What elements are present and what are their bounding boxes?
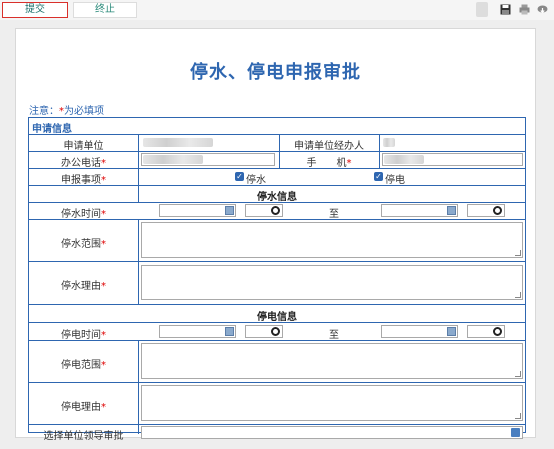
print-icon[interactable] [519,4,530,15]
water-start-date-input[interactable] [159,204,236,217]
power-to-label: 至 [329,330,339,341]
calendar-icon[interactable] [447,206,456,215]
stop-button[interactable]: 终止 [73,2,137,18]
handler-value [383,138,395,147]
save-icon[interactable] [500,4,511,15]
clock-icon[interactable] [493,327,502,336]
power-range-label: 停电范围* [61,360,106,371]
form-title: 停水、停电申报审批 [190,62,361,83]
water-range-label: 停水范围* [61,239,106,250]
toolbar: 提交 终止 [0,0,554,20]
form-paper: 停水、停电申报审批 注意：*为必填项 申请信息 申请单位 申请单位经办人 办公电… [15,28,536,442]
required-note: 注意：*为必填项 [29,106,104,117]
power-reason-textarea[interactable] [141,385,523,421]
calendar-icon[interactable] [225,327,234,336]
mobile-input[interactable] [382,153,523,166]
submit-button[interactable]: 提交 [2,2,68,18]
water-to-label: 至 [329,209,339,220]
cloud-download-icon[interactable] [537,4,548,15]
water-end-time-input[interactable] [467,204,505,217]
power-checkbox[interactable]: ✓ [374,172,383,181]
application-form-table: 申请信息 申请单位 申请单位经办人 办公电话* 手 机* 申报事项* ✓ 停水 … [28,117,526,442]
power-range-textarea[interactable] [141,343,523,379]
water-info-heading: 停水信息 [257,192,297,203]
power-checkbox-label: 停电 [385,175,405,186]
power-end-date-input[interactable] [381,325,458,338]
handler-label: 申请单位经办人 [294,141,364,152]
leader-label: 选择单位领导审批 [43,431,124,442]
resize-grip-icon[interactable] [515,413,521,419]
item-label: 申报事项* [61,175,106,186]
calendar-icon[interactable] [225,206,234,215]
leader-select-input[interactable] [141,426,523,439]
water-start-time-input[interactable] [245,204,283,217]
clock-icon[interactable] [271,206,280,215]
unit-value [143,138,213,147]
calendar-icon[interactable] [447,327,456,336]
power-reason-label: 停电理由* [61,402,106,413]
unit-label: 申请单位 [63,141,104,152]
water-range-textarea[interactable] [141,222,523,258]
power-start-date-input[interactable] [159,325,236,338]
power-time-label: 停电时间* [61,330,106,341]
water-checkbox[interactable]: ✓ [235,172,244,181]
clock-icon[interactable] [271,327,280,336]
resize-grip-icon[interactable] [515,292,521,298]
clock-icon[interactable] [493,206,502,215]
water-end-date-input[interactable] [381,204,458,217]
water-reason-textarea[interactable] [141,265,523,300]
water-reason-label: 停水理由* [61,281,106,292]
resize-grip-icon[interactable] [515,371,521,377]
power-info-heading: 停电信息 [257,312,297,323]
user-picker-icon[interactable] [511,428,520,437]
office-phone-label: 办公电话* [61,158,106,169]
section-title: 申请信息 [32,124,72,135]
power-start-time-input[interactable] [245,325,283,338]
mobile-label: 手 机* [306,158,352,169]
resize-grip-icon[interactable] [515,250,521,256]
office-phone-input[interactable] [141,153,275,166]
scroll-handle[interactable] [476,2,488,17]
power-end-time-input[interactable] [467,325,505,338]
water-checkbox-label: 停水 [246,175,266,186]
water-time-label: 停水时间* [61,209,106,220]
